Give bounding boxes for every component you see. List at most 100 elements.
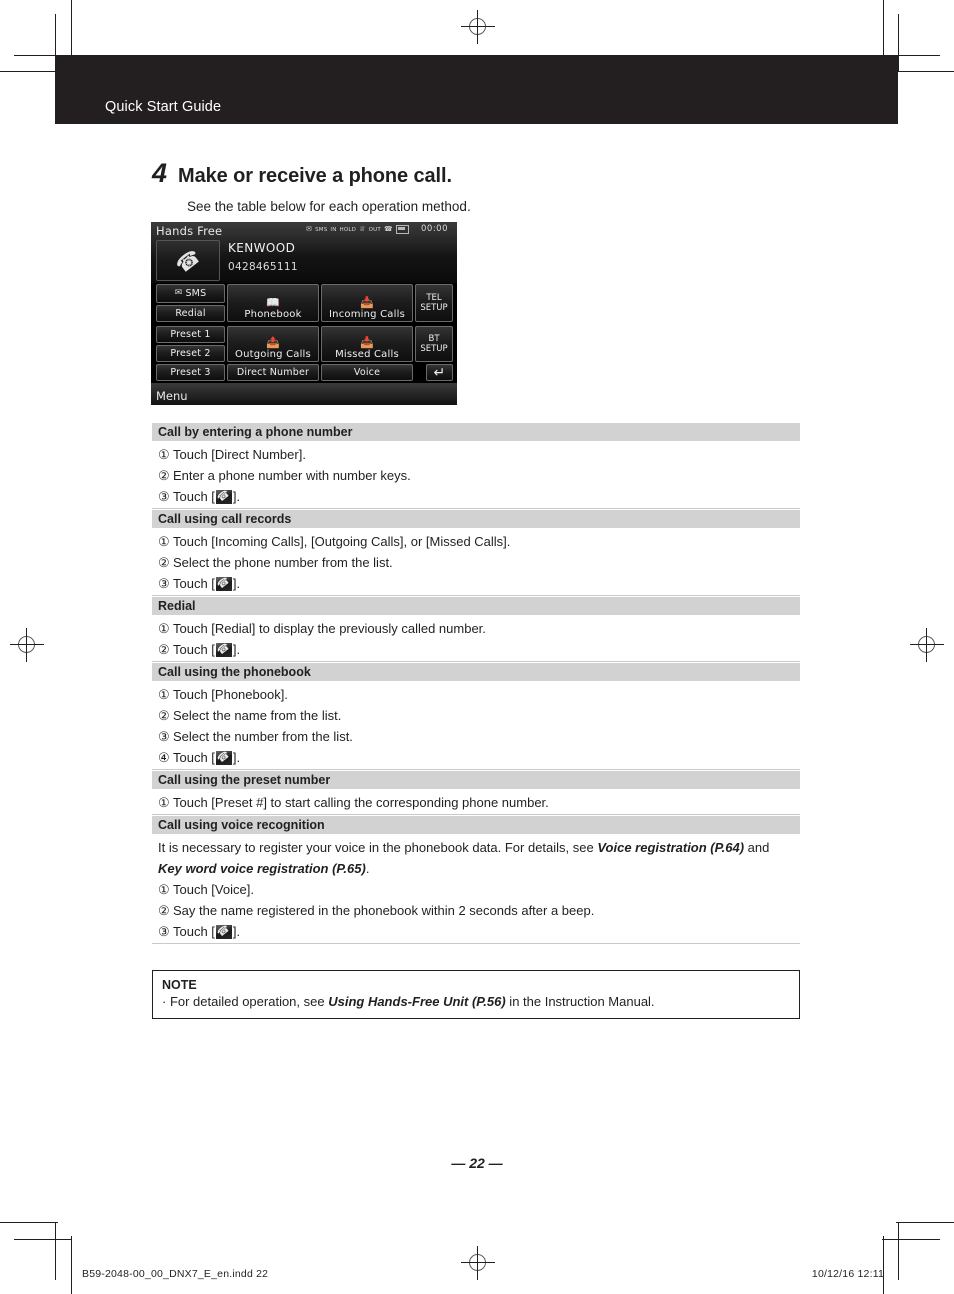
registration-mark-top bbox=[461, 10, 495, 44]
section-body: It is necessary to register your voice i… bbox=[152, 834, 800, 944]
instruction-text: Touch [ bbox=[173, 924, 215, 939]
device-button-sms-label: SMS bbox=[185, 288, 207, 299]
step-bullet: ② bbox=[158, 903, 170, 918]
step-bullet: ② bbox=[158, 468, 170, 483]
handset-icon: ☎ bbox=[170, 243, 206, 278]
instruction-step: ③Touch []. bbox=[158, 486, 794, 507]
call-handset-icon bbox=[215, 490, 232, 504]
handset-status-icon: ☎ bbox=[383, 225, 393, 233]
intro-text-2: and bbox=[744, 840, 770, 855]
device-button-voice[interactable]: Voice bbox=[321, 364, 413, 381]
device-button-incoming-calls[interactable]: 📥 Incoming Calls bbox=[321, 284, 413, 322]
device-button-phonebook-label: Phonebook bbox=[244, 309, 302, 320]
crop-mark-bl-v bbox=[71, 1236, 72, 1294]
step-bullet: ② bbox=[158, 708, 170, 723]
section-intro: It is necessary to register your voice i… bbox=[158, 837, 794, 879]
instruction-step: ②Touch []. bbox=[158, 639, 794, 660]
section-body: ① Touch [Direct Number]. ② Enter a phone nu… bbox=[152, 441, 800, 509]
step-bullet: ② bbox=[158, 642, 170, 657]
device-caller-name: KENWOOD bbox=[228, 241, 296, 255]
battery-icon bbox=[395, 225, 409, 234]
device-button-tel-setup[interactable]: TEL SETUP bbox=[415, 284, 453, 322]
device-clock: 00:00 bbox=[421, 224, 448, 234]
registration-mark-bottom bbox=[461, 1246, 495, 1280]
device-button-sms[interactable]: ✉ SMS bbox=[156, 284, 225, 303]
signal-icon: ♕ bbox=[359, 225, 366, 233]
device-button-missed-calls[interactable]: 📥 Missed Calls bbox=[321, 326, 413, 362]
section-heading: Call using the preset number bbox=[152, 771, 800, 789]
device-button-preset3[interactable]: Preset 3 bbox=[156, 364, 225, 381]
instruction-step: ① Touch [Incoming Calls], [Outgoing Calls… bbox=[158, 531, 794, 552]
call-handset-icon bbox=[215, 751, 232, 765]
instruction-step: ① Touch [Voice]. bbox=[158, 879, 794, 900]
instruction-step: ③Touch []. bbox=[158, 573, 794, 594]
step-bullet: ④ bbox=[158, 750, 170, 765]
device-call-button[interactable]: ☎ bbox=[156, 240, 220, 281]
step-bullet: ① bbox=[158, 534, 170, 549]
instruction-text: Touch [Direct Number]. bbox=[173, 447, 306, 462]
step-bullet: ① bbox=[158, 447, 170, 462]
intro-text-3: . bbox=[365, 861, 370, 876]
status-label-sms: SMS bbox=[315, 226, 328, 233]
device-button-outgoing-calls[interactable]: 📤 Outgoing Calls bbox=[227, 326, 319, 362]
device-menu-label: Menu bbox=[156, 389, 188, 403]
intro-text-1: It is necessary to register your voice i… bbox=[158, 840, 598, 855]
device-button-preset1[interactable]: Preset 1 bbox=[156, 326, 225, 343]
note-tail-text: in the Instruction Manual. bbox=[505, 994, 655, 1009]
device-button-bt-setup[interactable]: BT SETUP bbox=[415, 326, 453, 362]
step-bullet: ① bbox=[158, 621, 170, 636]
instruction-step: ② Select the phone number from the list. bbox=[158, 552, 794, 573]
status-label-in: IN bbox=[330, 226, 337, 233]
note-bullet-text: · For detailed operation, see bbox=[162, 994, 329, 1009]
instruction-step: ② Select the name from the list. bbox=[158, 705, 794, 726]
step-bullet: ② bbox=[158, 555, 170, 570]
instruction-step: ③ Select the number from the list. bbox=[158, 726, 794, 747]
device-button-direct-number[interactable]: Direct Number bbox=[227, 364, 319, 381]
instruction-text: Enter a phone number with number keys. bbox=[173, 468, 411, 483]
instruction-text: Select the name from the list. bbox=[173, 708, 342, 723]
device-button-phonebook[interactable]: 📖 Phonebook bbox=[227, 284, 319, 322]
crop-mark-tl-v bbox=[71, 0, 72, 58]
return-arrow-icon: ↵ bbox=[433, 364, 446, 381]
instruction-text: Touch [ bbox=[173, 489, 215, 504]
instruction-step: ① Touch [Preset #] to start calling the c… bbox=[158, 792, 794, 813]
step-number: 4 bbox=[152, 158, 168, 188]
incoming-call-icon: 📥 bbox=[360, 296, 374, 309]
instruction-text: Touch [Incoming Calls], [Outgoing Calls]… bbox=[173, 534, 511, 549]
registration-mark-right bbox=[910, 628, 944, 662]
intro-ref-1: Voice registration (P.64) bbox=[597, 840, 745, 855]
device-button-preset2[interactable]: Preset 2 bbox=[156, 345, 225, 362]
status-label-hold: HOLD bbox=[339, 226, 357, 233]
instruction-text: Select the phone number from the list. bbox=[173, 555, 393, 570]
call-handset-icon bbox=[215, 925, 232, 939]
section-body: ① Touch [Phonebook]. ② Select the name from… bbox=[152, 681, 800, 770]
step-bullet: ③ bbox=[158, 729, 170, 744]
section-heading: Call using call records bbox=[152, 510, 800, 528]
note-title: NOTE bbox=[162, 978, 197, 992]
instruction-text: Say the name registered in the phonebook… bbox=[173, 903, 595, 918]
instruction-step: ① Touch [Phonebook]. bbox=[158, 684, 794, 705]
step-bullet: ① bbox=[158, 687, 170, 702]
registration-mark-left bbox=[10, 628, 44, 662]
step-subtitle: See the table below for each operation m… bbox=[187, 199, 471, 214]
section-body: ① Touch [Preset #] to start calling the c… bbox=[152, 789, 800, 815]
footer-filename: B59-2048-00_00_DNX7_E_en.indd 22 bbox=[82, 1268, 269, 1280]
crop-mark-br-v bbox=[883, 1236, 884, 1294]
instruction-text-tail: ]. bbox=[232, 750, 241, 765]
crop-mark-bl-h2 bbox=[14, 1239, 72, 1240]
instruction-text: Touch [Redial] to display the previously… bbox=[173, 621, 486, 636]
device-screen-title: Hands Free bbox=[156, 224, 223, 238]
instruction-text: Touch [ bbox=[173, 642, 215, 657]
instruction-text-tail: ]. bbox=[232, 642, 241, 657]
instruction-step: ② Say the name registered in the phoneboo… bbox=[158, 900, 794, 921]
instruction-text: Touch [ bbox=[173, 750, 215, 765]
instruction-text-tail: ]. bbox=[232, 576, 241, 591]
device-button-redial[interactable]: Redial bbox=[156, 305, 225, 322]
instruction-text: Touch [Voice]. bbox=[173, 882, 254, 897]
instruction-step: ③Touch []. bbox=[158, 921, 794, 942]
missed-call-icon: 📥 bbox=[360, 336, 374, 349]
device-button-back[interactable]: ↵ bbox=[426, 364, 453, 381]
crop-mark-tr-v2 bbox=[898, 14, 899, 72]
section-heading: Redial bbox=[152, 597, 800, 615]
step-bullet: ③ bbox=[158, 924, 170, 939]
